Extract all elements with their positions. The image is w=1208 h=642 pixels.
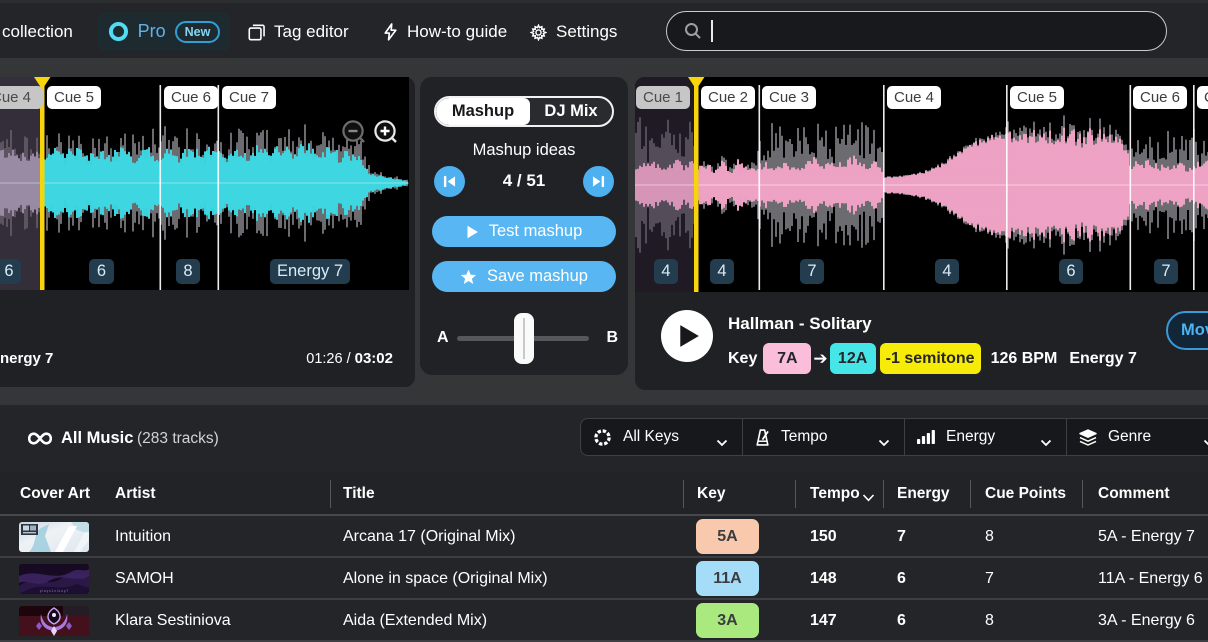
svg-text:p l a y s 1 n l o o p 7: p l a y s 1 n l o o p 7 xyxy=(40,589,69,593)
